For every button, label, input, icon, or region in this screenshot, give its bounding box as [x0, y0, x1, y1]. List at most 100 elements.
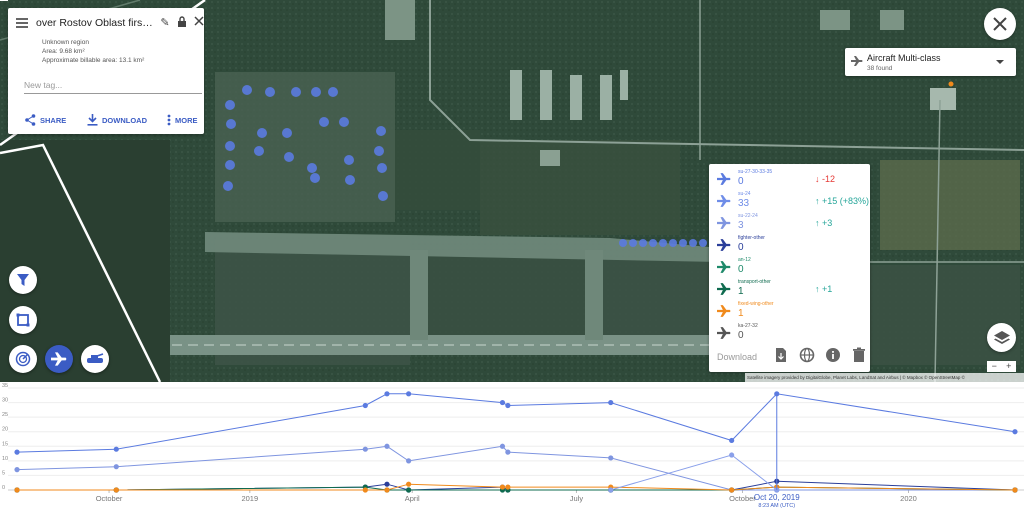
legend-class-count: 0 [738, 176, 744, 187]
legend-change-delta: ↑ +1 [815, 284, 833, 294]
pencil-icon[interactable]: ✎ [158, 16, 172, 30]
crop-button[interactable] [9, 306, 37, 334]
legend-row[interactable]: su-27-30-33-35 0 ↓ -12 [709, 168, 870, 190]
lock-icon[interactable] [175, 16, 189, 30]
layers-button[interactable] [987, 323, 1016, 352]
x-tick-label: 2020 [900, 494, 917, 503]
vehicle-model-button[interactable] [81, 345, 109, 373]
legend-class-count: 0 [738, 242, 744, 253]
legend-class-count: 1 [738, 286, 744, 297]
legend-row[interactable]: su-24 33 ↑ +15 (+83%) [709, 190, 870, 212]
more-label: MORE [175, 115, 198, 125]
more-button[interactable]: MORE [167, 112, 198, 128]
legend-class-label: fighter-other [738, 235, 765, 241]
data-point [113, 464, 119, 470]
globe-icon[interactable] [799, 347, 815, 363]
region-text: Unknown region [42, 39, 89, 46]
data-point [499, 484, 506, 490]
aircraft-icon [717, 195, 731, 207]
download-icon [87, 114, 98, 126]
timeline-chart[interactable]: 0 5 10 15 20 25 30 35 October 2019 April July Octobe… [0, 382, 1024, 508]
share-button[interactable]: SHARE [25, 112, 66, 128]
data-point [608, 487, 614, 493]
aircraft-model-button[interactable] [45, 345, 73, 373]
aircraft-icon [717, 239, 731, 251]
radar-icon [15, 351, 31, 367]
model-class-name: Aircraft Multi-class [867, 53, 941, 63]
aircraft-icon [717, 173, 731, 185]
data-point [362, 402, 368, 409]
aircraft-icon [717, 283, 731, 295]
zoom-in-button[interactable]: + [1002, 361, 1017, 372]
new-tag-input[interactable] [24, 76, 202, 94]
menu-icon[interactable] [16, 18, 28, 28]
legend-row[interactable]: fixed-wing-other 1 [709, 300, 870, 322]
area-text: Area: 9.68 km² [42, 48, 85, 55]
legend-row[interactable]: ka-27-32 0 [709, 322, 870, 344]
legend-row[interactable]: fighter-other 0 [709, 234, 870, 256]
x-tick-label: October [96, 494, 123, 503]
x-tick-label: October [729, 494, 756, 503]
data-point [1012, 487, 1018, 493]
legend-class-label: su-22-24 [738, 213, 758, 219]
app-root: over Rostov Oblast first-order... ✎ Unkn… [0, 0, 1024, 508]
data-point [406, 481, 412, 487]
filter-button[interactable] [9, 266, 37, 294]
data-point [384, 391, 390, 397]
aircraft-icon [717, 261, 731, 273]
data-point [113, 487, 119, 493]
legend-class-count: 1 [738, 308, 744, 319]
aircraft-icon [717, 305, 731, 317]
close-icon [993, 17, 1007, 31]
data-point [1012, 429, 1018, 435]
share-icon [25, 114, 36, 126]
file-download-icon[interactable] [773, 347, 789, 363]
legend-row[interactable]: transport-other 1 ↑ +1 [709, 278, 870, 300]
download-button[interactable]: DOWNLOAD [87, 112, 147, 128]
legend-class-label: su-24 [738, 191, 751, 197]
close-button[interactable] [984, 8, 1016, 40]
y-tick-label: 25 [2, 412, 8, 418]
legend-class-label: an-12 [738, 257, 751, 263]
aircraft-icon [51, 352, 67, 366]
legend-class-label: fixed-wing-other [738, 301, 774, 307]
model-class-select[interactable]: Aircraft Multi-class 38 found [845, 48, 1016, 76]
selected-time-label: 8:23 AM (UTC) [758, 503, 795, 508]
data-point [362, 446, 368, 452]
legend-class-count: 3 [738, 220, 744, 231]
map-attribution: Satellite imagery provided by DigitalGlo… [745, 373, 1024, 382]
legend-row[interactable]: an-12 0 [709, 256, 870, 278]
x-tick-label: 2019 [241, 494, 258, 503]
close-card-icon[interactable] [192, 16, 206, 30]
more-vert-icon [167, 114, 171, 126]
series-line [610, 454, 778, 491]
legend-download-row: Download [717, 347, 867, 365]
share-label: SHARE [40, 115, 67, 125]
detection-legend: su-27-30-33-35 0 ↓ -12 su-24 33 ↑ +15 (+83%) s… [709, 164, 870, 372]
data-point [729, 452, 735, 458]
x-tick-label: July [570, 494, 584, 503]
legend-row[interactable]: su-22-24 3 ↑ +3 [709, 212, 870, 234]
radar-button[interactable] [9, 345, 37, 373]
data-point [14, 487, 20, 493]
data-point [505, 484, 511, 490]
data-point [384, 481, 390, 487]
legend-class-label: transport-other [738, 279, 771, 285]
data-point [113, 446, 119, 452]
aircraft-icon [717, 327, 731, 339]
legend-change-delta: ↑ +15 (+83%) [815, 196, 870, 206]
data-point [14, 467, 20, 473]
info-icon[interactable] [825, 347, 841, 363]
aircraft-icon [851, 56, 863, 66]
data-point [362, 487, 368, 493]
y-tick-label: 5 [2, 470, 5, 476]
zoom-out-button[interactable]: − [987, 361, 1002, 372]
trash-icon[interactable] [851, 347, 867, 363]
data-point [14, 449, 20, 455]
download-label: DOWNLOAD [102, 115, 147, 125]
area-info-card: over Rostov Oblast first-order... ✎ Unkn… [8, 8, 204, 134]
legend-change-delta: ↑ +3 [815, 218, 833, 228]
legend-class-count: 33 [738, 198, 750, 209]
billable-area-text: Approximate billable area: 13.1 km² [42, 57, 145, 64]
crop-icon [16, 313, 30, 327]
